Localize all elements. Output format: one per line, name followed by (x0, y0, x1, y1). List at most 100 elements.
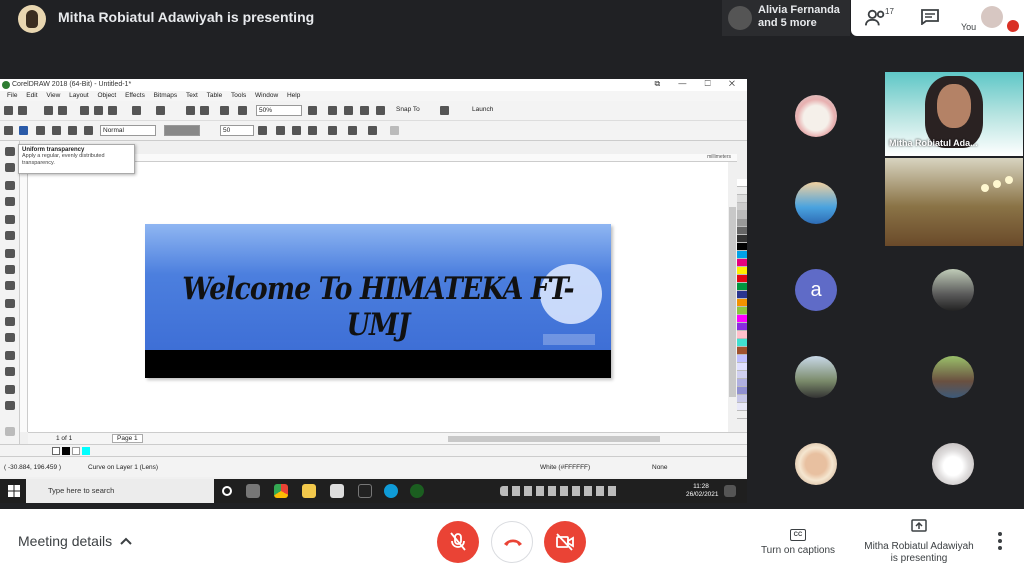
presentation-status[interactable]: Mitha Robiatul Adawiyah is presenting (858, 519, 980, 565)
print-icon[interactable] (58, 106, 67, 115)
cortana-icon[interactable] (222, 486, 232, 496)
menu-file[interactable]: File (7, 91, 17, 101)
featured-video-tile[interactable]: Mitha Robiatul Ada... (885, 72, 1023, 156)
meeting-details-button[interactable]: Meeting details (18, 533, 112, 549)
snap-to-dropdown[interactable]: Snap To (396, 106, 420, 113)
chevron-up-icon[interactable] (120, 536, 132, 546)
transparency-tool-icon[interactable] (5, 367, 15, 376)
uniform-transparency-icon[interactable] (19, 126, 28, 135)
add-icon[interactable] (390, 126, 399, 135)
freehand-tool-icon[interactable] (5, 215, 15, 224)
guidelines-icon[interactable] (376, 106, 385, 115)
paste-icon[interactable] (108, 106, 117, 115)
system-tray-icons[interactable] (500, 486, 620, 496)
fountain-transparency-icon[interactable] (36, 126, 45, 135)
polygon-tool-icon[interactable] (5, 281, 15, 290)
redo-icon[interactable] (156, 106, 165, 115)
transparency-value-input[interactable]: 50 (220, 125, 254, 136)
texture-transparency-icon[interactable] (68, 126, 77, 135)
publish-icon[interactable] (220, 106, 229, 115)
text-tool-icon[interactable] (5, 299, 15, 308)
people-icon[interactable] (865, 8, 887, 28)
grid-icon[interactable] (360, 106, 369, 115)
connector-tool-icon[interactable] (5, 333, 15, 342)
vertical-scrollbar[interactable] (728, 162, 737, 432)
menu-edit[interactable]: Edit (26, 91, 37, 101)
freeze-icon[interactable] (328, 126, 337, 135)
terminal-icon[interactable] (358, 484, 372, 498)
file-explorer-icon[interactable] (302, 484, 316, 498)
full-screen-icon[interactable] (328, 106, 337, 115)
menu-view[interactable]: View (46, 91, 60, 101)
menu-tools[interactable]: Tools (231, 91, 246, 101)
interactive-fill-icon[interactable] (5, 401, 15, 410)
menu-window[interactable]: Window (255, 91, 278, 101)
two-color-transparency-icon[interactable] (84, 126, 93, 135)
welcome-banner[interactable]: Welcome To HIMATEKA FT-UMJ (145, 224, 611, 378)
video-tile[interactable] (885, 158, 1023, 246)
eyedropper-icon[interactable] (5, 385, 15, 394)
artistic-media-icon[interactable] (5, 231, 15, 240)
no-color-swatch[interactable] (52, 447, 60, 455)
menu-table[interactable]: Table (207, 91, 223, 101)
open-icon[interactable] (18, 106, 27, 115)
leave-call-button[interactable] (491, 521, 533, 563)
copy-icon[interactable] (94, 106, 103, 115)
store-icon[interactable] (330, 484, 344, 498)
launch-dropdown[interactable]: Launch (472, 106, 493, 113)
merge-mode-select[interactable]: Normal (100, 125, 156, 136)
edge-icon[interactable] (384, 484, 398, 498)
menu-layout[interactable]: Layout (69, 91, 89, 101)
other-presenters-chip[interactable]: Alivia Fernanda and 5 more (722, 0, 850, 36)
app-launcher-icon[interactable] (238, 106, 247, 115)
more-vert-icon[interactable] (994, 531, 1006, 551)
edit-transparency-icon[interactable] (368, 126, 377, 135)
black-swatch[interactable] (62, 447, 70, 455)
transparency-swatch[interactable] (164, 125, 200, 136)
color-palette[interactable] (737, 179, 747, 432)
page-tab[interactable]: Page 1 (112, 434, 143, 443)
options-gear-icon[interactable] (440, 106, 449, 115)
notifications-icon[interactable] (724, 485, 736, 497)
export-icon[interactable] (200, 106, 209, 115)
cut-icon[interactable] (80, 106, 89, 115)
copy-transparency-icon[interactable] (348, 126, 357, 135)
white-swatch[interactable] (72, 447, 80, 455)
outline-target-icon[interactable] (292, 126, 301, 135)
add-tool-icon[interactable] (5, 427, 15, 436)
zoom-select[interactable]: 50% (256, 105, 302, 116)
rulers-icon[interactable] (344, 106, 353, 115)
task-view-icon[interactable] (246, 484, 260, 498)
camera-toggle-button[interactable] (544, 521, 586, 563)
parallel-dimension-icon[interactable] (5, 317, 15, 326)
new-icon[interactable] (4, 106, 13, 115)
menu-text[interactable]: Text (186, 91, 198, 101)
zoom-fit-icon[interactable] (308, 106, 317, 115)
plus-icon[interactable] (258, 126, 267, 135)
horizontal-scrollbar-thumb[interactable] (448, 436, 660, 442)
drawing-canvas[interactable]: Welcome To HIMATEKA FT-UMJ (28, 162, 737, 432)
chat-icon[interactable] (921, 9, 939, 25)
rectangle-tool-icon[interactable] (5, 249, 15, 258)
drop-shadow-icon[interactable] (5, 351, 15, 360)
menu-object[interactable]: Object (97, 91, 116, 101)
shape-tool-icon[interactable] (5, 163, 15, 172)
pick-tool-icon[interactable] (5, 147, 15, 156)
pattern-transparency-icon[interactable] (52, 126, 61, 135)
no-transparency-icon[interactable] (4, 126, 13, 135)
crop-tool-icon[interactable] (5, 181, 15, 190)
cyan-swatch[interactable] (82, 447, 90, 455)
windows-start-icon[interactable] (8, 485, 20, 497)
all-target-icon[interactable] (308, 126, 317, 135)
clock[interactable]: 11:28 26/02/2021 (686, 483, 719, 499)
zoom-tool-icon[interactable] (5, 197, 15, 206)
import-icon[interactable] (186, 106, 195, 115)
coreldraw-taskbar-icon[interactable] (410, 484, 424, 498)
self-avatar[interactable] (981, 6, 1003, 28)
menu-bitmaps[interactable]: Bitmaps (154, 91, 177, 101)
chrome-icon[interactable] (274, 484, 288, 498)
taskbar-search-box[interactable]: Type here to search (26, 479, 214, 503)
fill-target-icon[interactable] (276, 126, 285, 135)
scrollbar-thumb[interactable] (729, 207, 736, 397)
captions-button[interactable]: CC Turn on captions (752, 523, 844, 556)
